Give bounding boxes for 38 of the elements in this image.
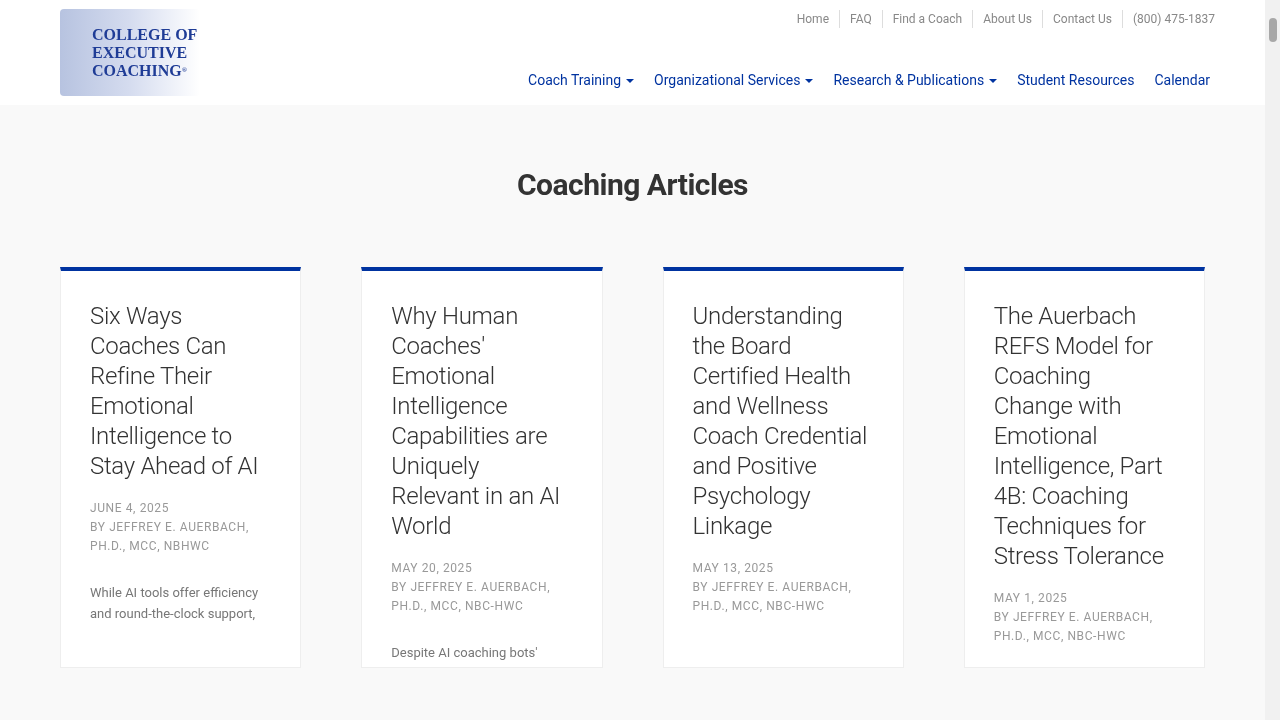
nav-link[interactable]: Organizational Services xyxy=(654,70,814,91)
caret-icon xyxy=(805,78,814,83)
logo-text: COLLEGE OF xyxy=(92,25,199,44)
nav-link[interactable]: Student Resources xyxy=(1017,70,1135,91)
top-link[interactable]: FAQ xyxy=(839,10,882,28)
article-byline: BY JEFFREY E. AUERBACH, PH.D., MCC, NBC-HWC xyxy=(993,609,1154,645)
article-card[interactable]: Six Ways Coaches Can Refine Their Emotional Intelligence to Stay Ahead of AI JUNE 4, 2025 BY JEFFREY E. AUERBACH, PH.D., MCC, NBHWC While AI tools offer efficiency and round-the-clock support, xyxy=(60,267,302,668)
article-byline: BY JEFFREY E. AUERBACH, PH.D., MCC, NBC-HWC xyxy=(692,579,853,615)
top-link[interactable]: (800) 475-1837 xyxy=(1121,10,1225,28)
article-title[interactable]: Understanding the Board Certified Health and Wellness Coach Credential and Positive Psychology Linkage xyxy=(692,301,872,541)
article-byline: BY JEFFREY E. AUERBACH, PH.D., MCC, NBC-HWC xyxy=(391,579,552,615)
top-link[interactable]: Find a Coach xyxy=(881,10,973,28)
caret-icon xyxy=(626,78,635,83)
article-title[interactable]: Six Ways Coaches Can Refine Their Emotional Intelligence to Stay Ahead of AI xyxy=(90,301,270,481)
article-card[interactable]: The Auerbach REFS Model for Coaching Change with Emotional Intelligence, Part 4B: Coaching Techniques for Stress Tolerance MAY 1, 2025 BY JEFFREY E. AUERBACH, PH.D., MCC, NBC-HWC xyxy=(963,267,1205,668)
caret-icon xyxy=(989,78,998,83)
article-date: MAY 13, 2025 xyxy=(692,560,775,577)
nav-link[interactable]: Calendar xyxy=(1154,70,1210,91)
article-date: MAY 1, 2025 xyxy=(993,590,1069,607)
nav-link[interactable]: Research & Publications xyxy=(833,70,998,91)
nav-link[interactable]: Coach Training xyxy=(528,70,635,91)
article-excerpt: Despite AI coaching bots' xyxy=(391,644,539,662)
article-title[interactable]: The Auerbach REFS Model for Coaching Change with Emotional Intelligence, Part 4B: Coaching Techniques for Stress Tolerance xyxy=(993,301,1173,571)
article-card[interactable]: Understanding the Board Certified Health and Wellness Coach Credential and Positive Psychology Linkage MAY 13, 2025 BY JEFFREY E. AUERBACH, PH.D., MCC, NBC-HWC xyxy=(662,267,904,668)
college-logo[interactable]: COLLEGE OF EXECUTIVE COACHING$^{®}$ xyxy=(60,9,200,96)
article-excerpt: While AI tools offer efficiency and round-the-clock support, xyxy=(90,584,260,623)
page-heading: Coaching Articles xyxy=(515,167,749,203)
article-byline: BY JEFFREY E. AUERBACH, PH.D., MCC, NBHWC xyxy=(90,519,250,555)
logo-text: EXECUTIVE xyxy=(92,43,189,62)
logo-text: COACHING$^{®}$ xyxy=(92,61,188,80)
article-card[interactable]: Why Human Coaches' Emotional Intelligence Capabilities are Uniquely Relevant in an AI World MAY 20, 2025 BY JEFFREY E. AUERBACH, PH.D., MCC, NBC-HWC Despite AI coaching bots' xyxy=(361,267,603,668)
top-link[interactable]: About Us xyxy=(972,10,1043,28)
scrollbar[interactable] xyxy=(1265,0,1280,720)
article-title[interactable]: Why Human Coaches' Emotional Intelligence Capabilities are Uniquely Relevant in an AI World xyxy=(391,301,571,541)
top-link[interactable]: Home xyxy=(786,10,839,28)
top-link[interactable]: Contact Us xyxy=(1042,10,1122,28)
article-date: MAY 20, 2025 xyxy=(391,560,474,577)
article-date: JUNE 4, 2025 xyxy=(90,500,171,517)
